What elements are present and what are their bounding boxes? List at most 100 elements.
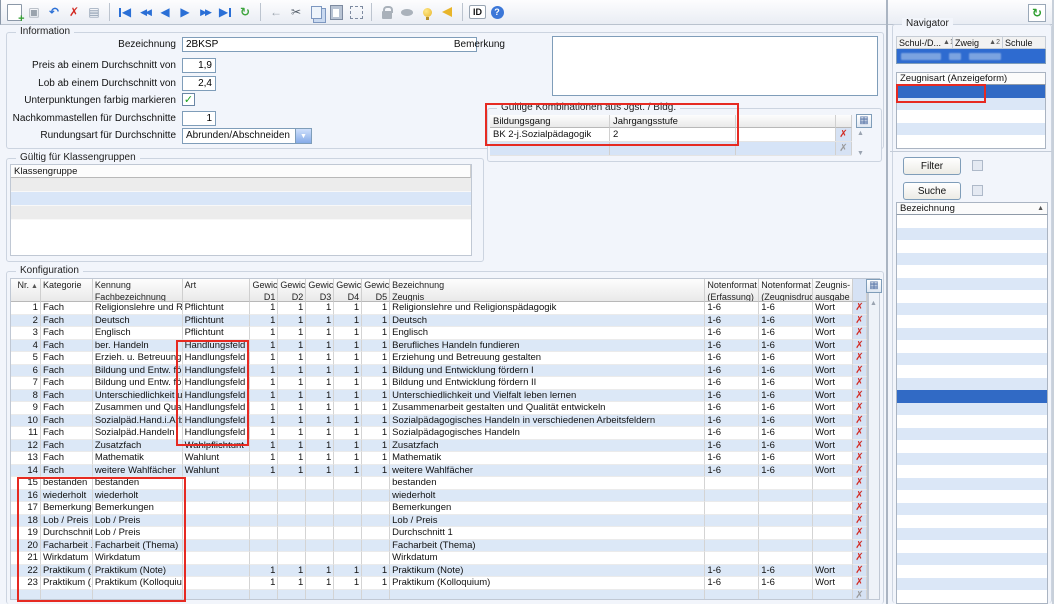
gewicht-d3-cell[interactable]: 1 [306,327,334,340]
column-header[interactable]: Gewicht D2 [278,279,306,302]
delete-row-icon[interactable]: ✗ [855,477,863,488]
zeugnisart-item[interactable] [897,98,1045,111]
notenformat-erfassung-cell[interactable] [705,477,759,490]
notenformat-zeugnisdruck-cell[interactable]: 1-6 [759,327,813,340]
gewicht-d3-cell[interactable]: 1 [306,315,334,328]
zeugnisart-item[interactable] [897,135,1045,148]
gewicht-d1-cell[interactable]: 1 [250,365,278,378]
gewicht-d3-cell[interactable]: 1 [306,452,334,465]
column-header[interactable]: Kennung Fachbezeichnung [93,279,183,302]
delete-cell[interactable]: ✗ [853,577,867,590]
zeugnisausgabe-cell[interactable]: Wort [813,377,853,390]
gewicht-d2-cell[interactable]: 1 [278,377,306,390]
notenformat-erfassung-cell[interactable]: 1-6 [705,402,759,415]
notenformat-erfassung-cell[interactable]: 1-6 [705,427,759,440]
config-row[interactable]: 23 Praktikum (... Praktikum (Kolloquium)… [11,577,867,590]
kennung-cell[interactable]: Deutsch [93,315,183,328]
gewicht-d4-cell[interactable] [334,552,362,565]
kategorie-cell[interactable]: wiederholt [41,490,93,503]
config-row[interactable]: 6 Fach Bildung und Entw. fördern I Handl… [11,365,867,378]
delete-cell[interactable]: ✗ [853,415,867,428]
kennung-cell[interactable]: Bemerkungen [93,502,183,515]
delete-row-icon[interactable]: ✗ [855,365,863,376]
bezeichnung-item[interactable] [897,303,1047,316]
column-header[interactable]: Gewicht D3 [306,279,334,302]
gewicht-d2-cell[interactable]: 1 [278,402,306,415]
gewicht-d5-cell[interactable]: 1 [362,427,390,440]
gewicht-d2-cell[interactable]: 1 [278,327,306,340]
notenformat-erfassung-cell[interactable]: 1-6 [705,565,759,578]
bezeichnung-item[interactable] [897,515,1047,528]
zeugnisausgabe-cell[interactable]: Wort [813,427,853,440]
delete-cell[interactable]: ✗ [853,315,867,328]
notenformat-erfassung-cell[interactable] [705,515,759,528]
gewicht-d3-cell[interactable] [306,590,334,601]
lock-icon[interactable] [378,3,396,21]
gewicht-d5-cell[interactable]: 1 [362,565,390,578]
nr-cell[interactable]: 9 [11,402,41,415]
col-jahrgangsstufe[interactable]: Jahrgangsstufe [610,115,736,128]
art-cell[interactable] [183,540,251,553]
delete-row-icon[interactable]: ✗ [855,352,863,363]
gewicht-d1-cell[interactable]: 1 [250,402,278,415]
gewicht-d1-cell[interactable]: 1 [250,415,278,428]
bezeichnung-item[interactable] [897,590,1047,603]
config-row[interactable]: 17 Bemerkungen Bemerkungen Bemerkungen ✗ [11,502,867,515]
delete-row-icon[interactable]: ✗ [855,452,863,463]
scroll-down-icon[interactable]: ▼ [857,150,864,157]
gewicht-d4-cell[interactable]: 1 [334,427,362,440]
bezeichnung-zeugnis-cell[interactable]: wiederholt [390,490,705,503]
bezeichnung-zeugnis-cell[interactable]: Lob / Preis [390,515,705,528]
delete-row-icon[interactable]: ✗ [855,327,863,338]
delete-cell[interactable]: ✗ [853,340,867,353]
notenformat-erfassung-cell[interactable]: 1-6 [705,577,759,590]
delete-icon[interactable]: ✗ [65,3,83,21]
kategorie-cell[interactable]: Praktikum (... [41,577,93,590]
kategorie-cell[interactable]: Fach [41,440,93,453]
kategorie-cell[interactable]: Fach [41,377,93,390]
config-row[interactable]: 14 Fach weitere Wahlfächer Wahlunt 1 1 1… [11,465,867,478]
gewicht-d2-cell[interactable]: 1 [278,390,306,403]
gewicht-d1-cell[interactable]: 1 [250,302,278,315]
kennung-cell[interactable]: Lob / Preis [93,515,183,528]
gewicht-d5-cell[interactable]: 1 [362,390,390,403]
kategorie-cell[interactable] [41,590,93,601]
notenformat-zeugnisdruck-cell[interactable] [759,552,813,565]
notenformat-zeugnisdruck-cell[interactable]: 1-6 [759,427,813,440]
gewicht-d5-cell[interactable]: 1 [362,302,390,315]
kategorie-cell[interactable]: Fach [41,390,93,403]
kombination-row[interactable]: BK 2-j.Sozialpädagogik 2 ✗ [490,128,852,142]
kennung-cell[interactable]: Praktikum (Kolloquium) [93,577,183,590]
config-row[interactable]: 19 Durchschnit... Lob / Preis Durchschni… [11,527,867,540]
gewicht-d5-cell[interactable]: 1 [362,327,390,340]
unterpunktungen-checkbox[interactable]: ✓ [182,93,195,106]
gewicht-d5-cell[interactable] [362,490,390,503]
nr-cell[interactable] [11,590,41,601]
scroll-up-icon[interactable]: ▲ [857,130,864,137]
gewicht-d5-cell[interactable]: 1 [362,415,390,428]
gewicht-d4-cell[interactable] [334,477,362,490]
kennung-cell[interactable] [93,590,183,601]
gewicht-d2-cell[interactable] [278,552,306,565]
kennung-cell[interactable]: Sozialpäd.Hand.i.Arb.f. [93,415,183,428]
gewicht-d4-cell[interactable]: 1 [334,565,362,578]
column-header[interactable]: Bezeichnung Zeugnis [390,279,705,302]
nr-cell[interactable]: 22 [11,565,41,578]
art-cell[interactable] [183,527,251,540]
gewicht-d4-cell[interactable]: 1 [334,365,362,378]
zeugnisausgabe-cell[interactable]: Wort [813,465,853,478]
gewicht-d5-cell[interactable] [362,527,390,540]
gewicht-d1-cell[interactable] [250,515,278,528]
gewicht-d3-cell[interactable]: 1 [306,340,334,353]
nav-last-icon[interactable]: ▶ [216,3,234,21]
gewicht-d1-cell[interactable] [250,502,278,515]
zeugnisausgabe-cell[interactable]: Wort [813,452,853,465]
bezeichnung-item[interactable] [897,228,1047,241]
kategorie-cell[interactable]: Fach [41,452,93,465]
bezeichnung-item[interactable] [897,403,1047,416]
delete-row-icon[interactable]: ✗ [855,515,863,526]
delete-cell[interactable]: ✗ [836,128,852,141]
config-row[interactable]: 13 Fach Mathematik Wahlunt 1 1 1 1 1 Mat… [11,452,867,465]
bezeichnung-item[interactable] [897,528,1047,541]
gewicht-d2-cell[interactable]: 1 [278,415,306,428]
